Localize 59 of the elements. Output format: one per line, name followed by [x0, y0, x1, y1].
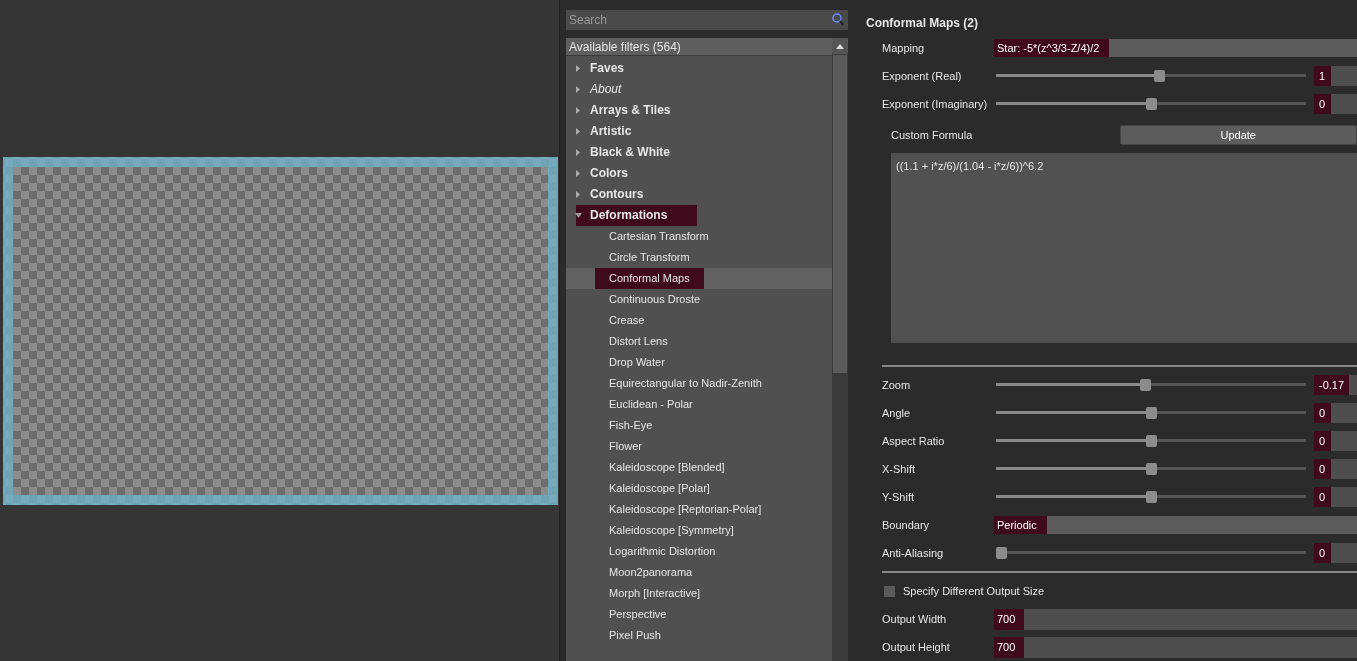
filter-category[interactable]: Faves	[590, 58, 655, 79]
control-label: Exponent (Imaginary)	[882, 96, 989, 112]
control-label: Boundary	[882, 517, 931, 533]
number-field[interactable]: 1	[1314, 66, 1331, 86]
filter-category[interactable]: About	[590, 79, 652, 100]
filter-title: Conformal Maps (2)	[866, 15, 979, 32]
filter-category[interactable]: Colors	[590, 163, 658, 184]
dropdown[interactable]: Periodic	[994, 516, 1357, 534]
search-field[interactable]: Search	[566, 10, 848, 30]
filter-item[interactable]: Kaleidoscope [Symmetry]	[595, 520, 748, 541]
filter-item[interactable]: Kaleidoscope [Blended]	[595, 457, 739, 478]
update-button[interactable]: Update	[1119, 125, 1357, 145]
dropdown[interactable]: Star: -5*(z^3/3-Z/4)/2	[994, 39, 1357, 57]
filter-item[interactable]: Kaleidoscope [Reptorian-Polar]	[595, 499, 776, 520]
control-label: Y-Shift	[882, 489, 915, 505]
list-header: Available filters (564)	[566, 38, 832, 56]
filter-item[interactable]: Flower	[595, 436, 656, 457]
filter-category[interactable]: Black & White	[590, 142, 700, 163]
control-label: Output Width	[882, 611, 948, 627]
filter-item[interactable]: Euclidean - Polar	[595, 394, 707, 415]
filter-category[interactable]: Deformations	[576, 205, 698, 226]
number-field[interactable]: 0	[1314, 543, 1331, 563]
control-label: Output Height	[882, 639, 951, 655]
number-field[interactable]: 0	[1314, 487, 1331, 507]
filter-item[interactable]: Cartesian Transform	[595, 226, 723, 247]
filter-item[interactable]: Pixel Push	[595, 625, 675, 646]
filter-item[interactable]: Continuous Droste	[595, 289, 715, 310]
number-field[interactable]: -0.17	[1314, 375, 1350, 395]
control-label: Custom Formula	[891, 127, 974, 143]
control-label: Anti-Aliasing	[882, 545, 945, 561]
filter-item[interactable]: Morph [Interactive]	[595, 583, 715, 604]
filter-item[interactable]: Kaleidoscope [Polar]	[595, 478, 724, 499]
control-label: X-Shift	[882, 461, 916, 477]
filter-item[interactable]: Distort Lens	[595, 331, 682, 352]
filter-category[interactable]: Contours	[590, 184, 674, 205]
number-field[interactable]: 0	[1314, 94, 1331, 114]
control-label: Mapping	[882, 40, 926, 56]
filter-item[interactable]: Conformal Maps	[595, 268, 704, 289]
number-field[interactable]: 700	[994, 608, 1357, 630]
filter-item[interactable]: Perspective	[595, 604, 681, 625]
number-field[interactable]: 700	[994, 636, 1357, 658]
control-label: Exponent (Real)	[882, 68, 963, 84]
filter-item[interactable]: Moon2panorama	[595, 562, 707, 583]
filter-item[interactable]: Circle Transform	[595, 247, 704, 268]
filter-item[interactable]: Crease	[595, 310, 659, 331]
control-label: Aspect Ratio	[882, 433, 946, 449]
control-label: Angle	[882, 405, 912, 421]
filter-item[interactable]: Drop Water	[595, 352, 679, 373]
filter-item[interactable]: Fish-Eye	[595, 415, 667, 436]
formula-field[interactable]: ((1.1 + i*z/6)/(1.04 - i*z/6))^6.2	[891, 153, 1357, 343]
number-field[interactable]: 0	[1314, 431, 1331, 451]
filter-category[interactable]: Arrays & Tiles	[590, 100, 701, 121]
number-field[interactable]: 0	[1314, 459, 1331, 479]
filter-category[interactable]: Artistic	[590, 121, 662, 142]
number-field[interactable]: 0	[1314, 403, 1331, 423]
filter-item[interactable]: Equirectangular to Nadir-Zenith	[595, 373, 776, 394]
control-label: Zoom	[882, 377, 912, 393]
filter-item[interactable]: Logarithmic Distortion	[595, 541, 730, 562]
checkbox-label: Specify Different Output Size	[903, 583, 1045, 599]
